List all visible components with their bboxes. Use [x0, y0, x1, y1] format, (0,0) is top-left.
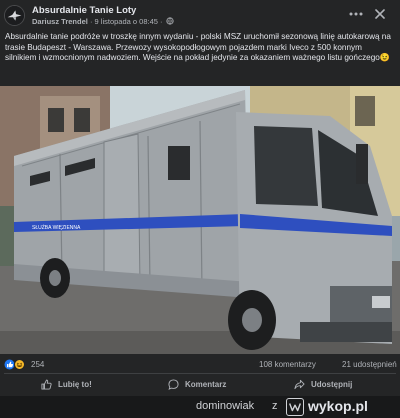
group-avatar-icon[interactable]: [4, 5, 25, 26]
comments-count[interactable]: 108 komentarzy: [259, 360, 316, 369]
like-reaction-icon: [4, 359, 15, 370]
watermark-z: z: [272, 400, 278, 412]
post-card: Absurdalnie Tanie Loty Dariusz Trendel ·…: [0, 0, 400, 396]
more-options-icon[interactable]: [348, 9, 364, 19]
like-button[interactable]: Lubię to!: [41, 375, 92, 393]
share-label: Udostępnij: [311, 379, 353, 389]
meta-separator-2: ·: [160, 17, 163, 26]
wykop-logo-icon: [286, 398, 304, 416]
comment-label: Komentarz: [185, 379, 227, 389]
post-counts: 254 108 komentarzy 21 udostępnień: [0, 357, 400, 373]
post-header: Absurdalnie Tanie Loty Dariusz Trendel ·…: [0, 0, 400, 30]
comment-icon: [168, 378, 179, 390]
like-label: Lubię to!: [58, 379, 92, 389]
group-name[interactable]: Absurdalnie Tanie Loty: [32, 5, 136, 16]
comment-button[interactable]: Komentarz: [168, 375, 226, 393]
globe-icon: [166, 17, 174, 25]
post-actions: Lubię to! Komentarz Udostępnij: [0, 375, 400, 395]
meta-separator: ·: [89, 17, 93, 26]
share-icon: [294, 379, 305, 389]
shares-count[interactable]: 21 udostępnień: [342, 360, 397, 369]
watermark-user: dominowiak: [196, 400, 255, 412]
share-button[interactable]: Udostępnij: [294, 375, 352, 393]
haha-reaction-icon: [14, 359, 25, 370]
actions-divider: [4, 373, 396, 374]
post-author[interactable]: Dariusz Trendel: [32, 17, 88, 26]
photo-side-text: SŁUŻBA WIĘZIENNA: [32, 224, 81, 231]
post-meta: Dariusz Trendel · 9 listopada o 08:45 ·: [32, 17, 174, 26]
thumbs-up-icon: [41, 379, 52, 390]
reaction-count[interactable]: 254: [31, 360, 44, 369]
close-icon[interactable]: [374, 8, 386, 20]
watermark-site: wykop.pl: [308, 398, 368, 414]
post-text: Absurdalnie tanie podróże w troszkę inny…: [5, 32, 391, 63]
reactions-icons[interactable]: [4, 359, 26, 370]
watermark-bar: dominowiak z wykop.pl: [0, 396, 400, 418]
post-photo[interactable]: SŁUŻBA WIĘZIENNA: [0, 86, 400, 354]
post-date[interactable]: 9 listopada o 08:45: [95, 17, 158, 26]
